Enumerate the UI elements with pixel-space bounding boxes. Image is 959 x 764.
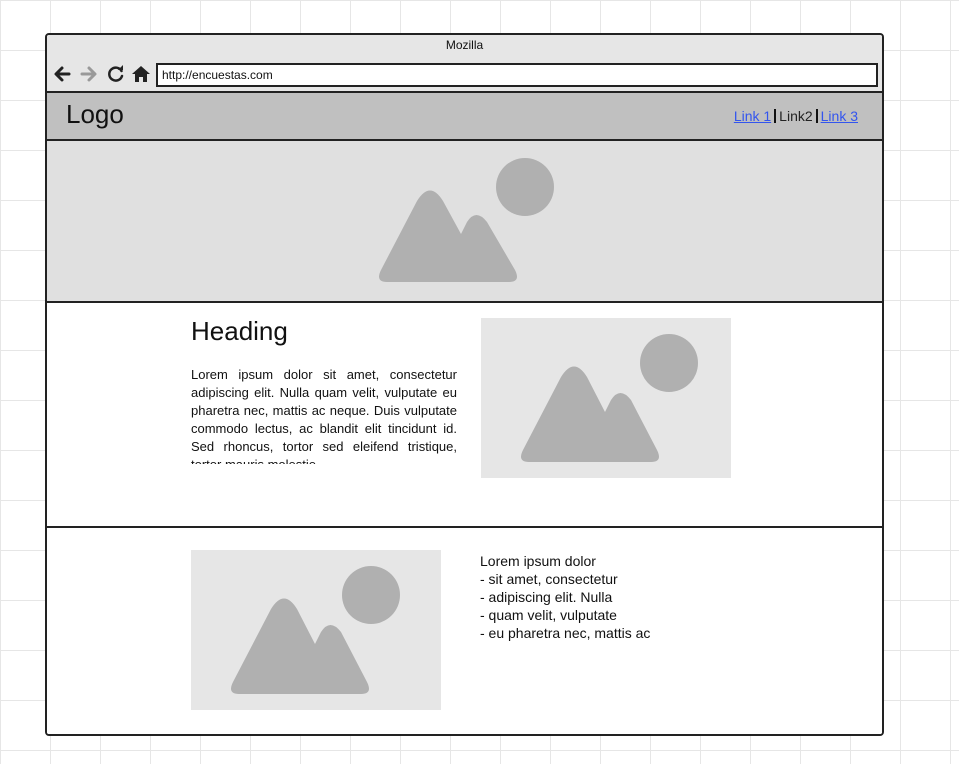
content-section-2: Lorem ipsum dolor - sit amet, consectetu… xyxy=(47,528,882,734)
browser-chrome: Mozilla http://encuestas.com xyxy=(47,35,882,93)
window-title: Mozilla xyxy=(445,38,484,52)
forward-button[interactable] xyxy=(79,64,99,84)
nav-separator xyxy=(774,109,777,123)
image-placeholder-icon xyxy=(379,158,554,282)
list-item: - adipiscing elit. Nulla xyxy=(480,589,613,605)
list-item: - quam velit, vulputate xyxy=(480,607,617,623)
section-image xyxy=(191,550,441,710)
arrow-right-icon xyxy=(80,66,97,82)
section-list: Lorem ipsum dolor - sit amet, consectetu… xyxy=(480,552,650,642)
reload-button[interactable] xyxy=(106,64,126,84)
url-input[interactable]: http://encuestas.com xyxy=(156,63,878,87)
arrow-left-icon xyxy=(54,66,71,82)
home-icon xyxy=(132,66,150,82)
list-item: - sit amet, consectetur xyxy=(480,571,618,587)
list-item: - eu pharetra nec, mattis ac xyxy=(480,625,651,641)
image-placeholder-icon xyxy=(521,334,698,462)
nav-link-3[interactable]: Link 3 xyxy=(821,108,858,124)
home-button[interactable] xyxy=(131,64,151,84)
nav-links: Link 1 Link2 Link 3 xyxy=(734,108,858,124)
section-heading: Heading xyxy=(191,316,288,346)
logo[interactable]: Logo xyxy=(66,99,124,130)
site-header: Logo Link 1 Link2 Link 3 xyxy=(47,93,882,141)
image-placeholder-icon xyxy=(231,566,400,694)
nav-separator xyxy=(815,109,818,123)
browser-window: Mozilla http://encuestas.com Logo Link 1… xyxy=(45,33,884,736)
section-paragraph: Lorem ipsum dolor sit amet, consectetur … xyxy=(191,367,457,464)
section-image xyxy=(481,318,731,478)
hero-banner xyxy=(47,141,882,303)
list-item: Lorem ipsum dolor xyxy=(480,553,596,569)
content-section-1: Heading Lorem ipsum dolor sit amet, cons… xyxy=(47,303,882,528)
nav-link-1[interactable]: Link 1 xyxy=(734,108,771,124)
nav-link-2-active[interactable]: Link2 xyxy=(779,108,812,124)
back-button[interactable] xyxy=(52,64,72,84)
reload-icon xyxy=(108,65,124,82)
